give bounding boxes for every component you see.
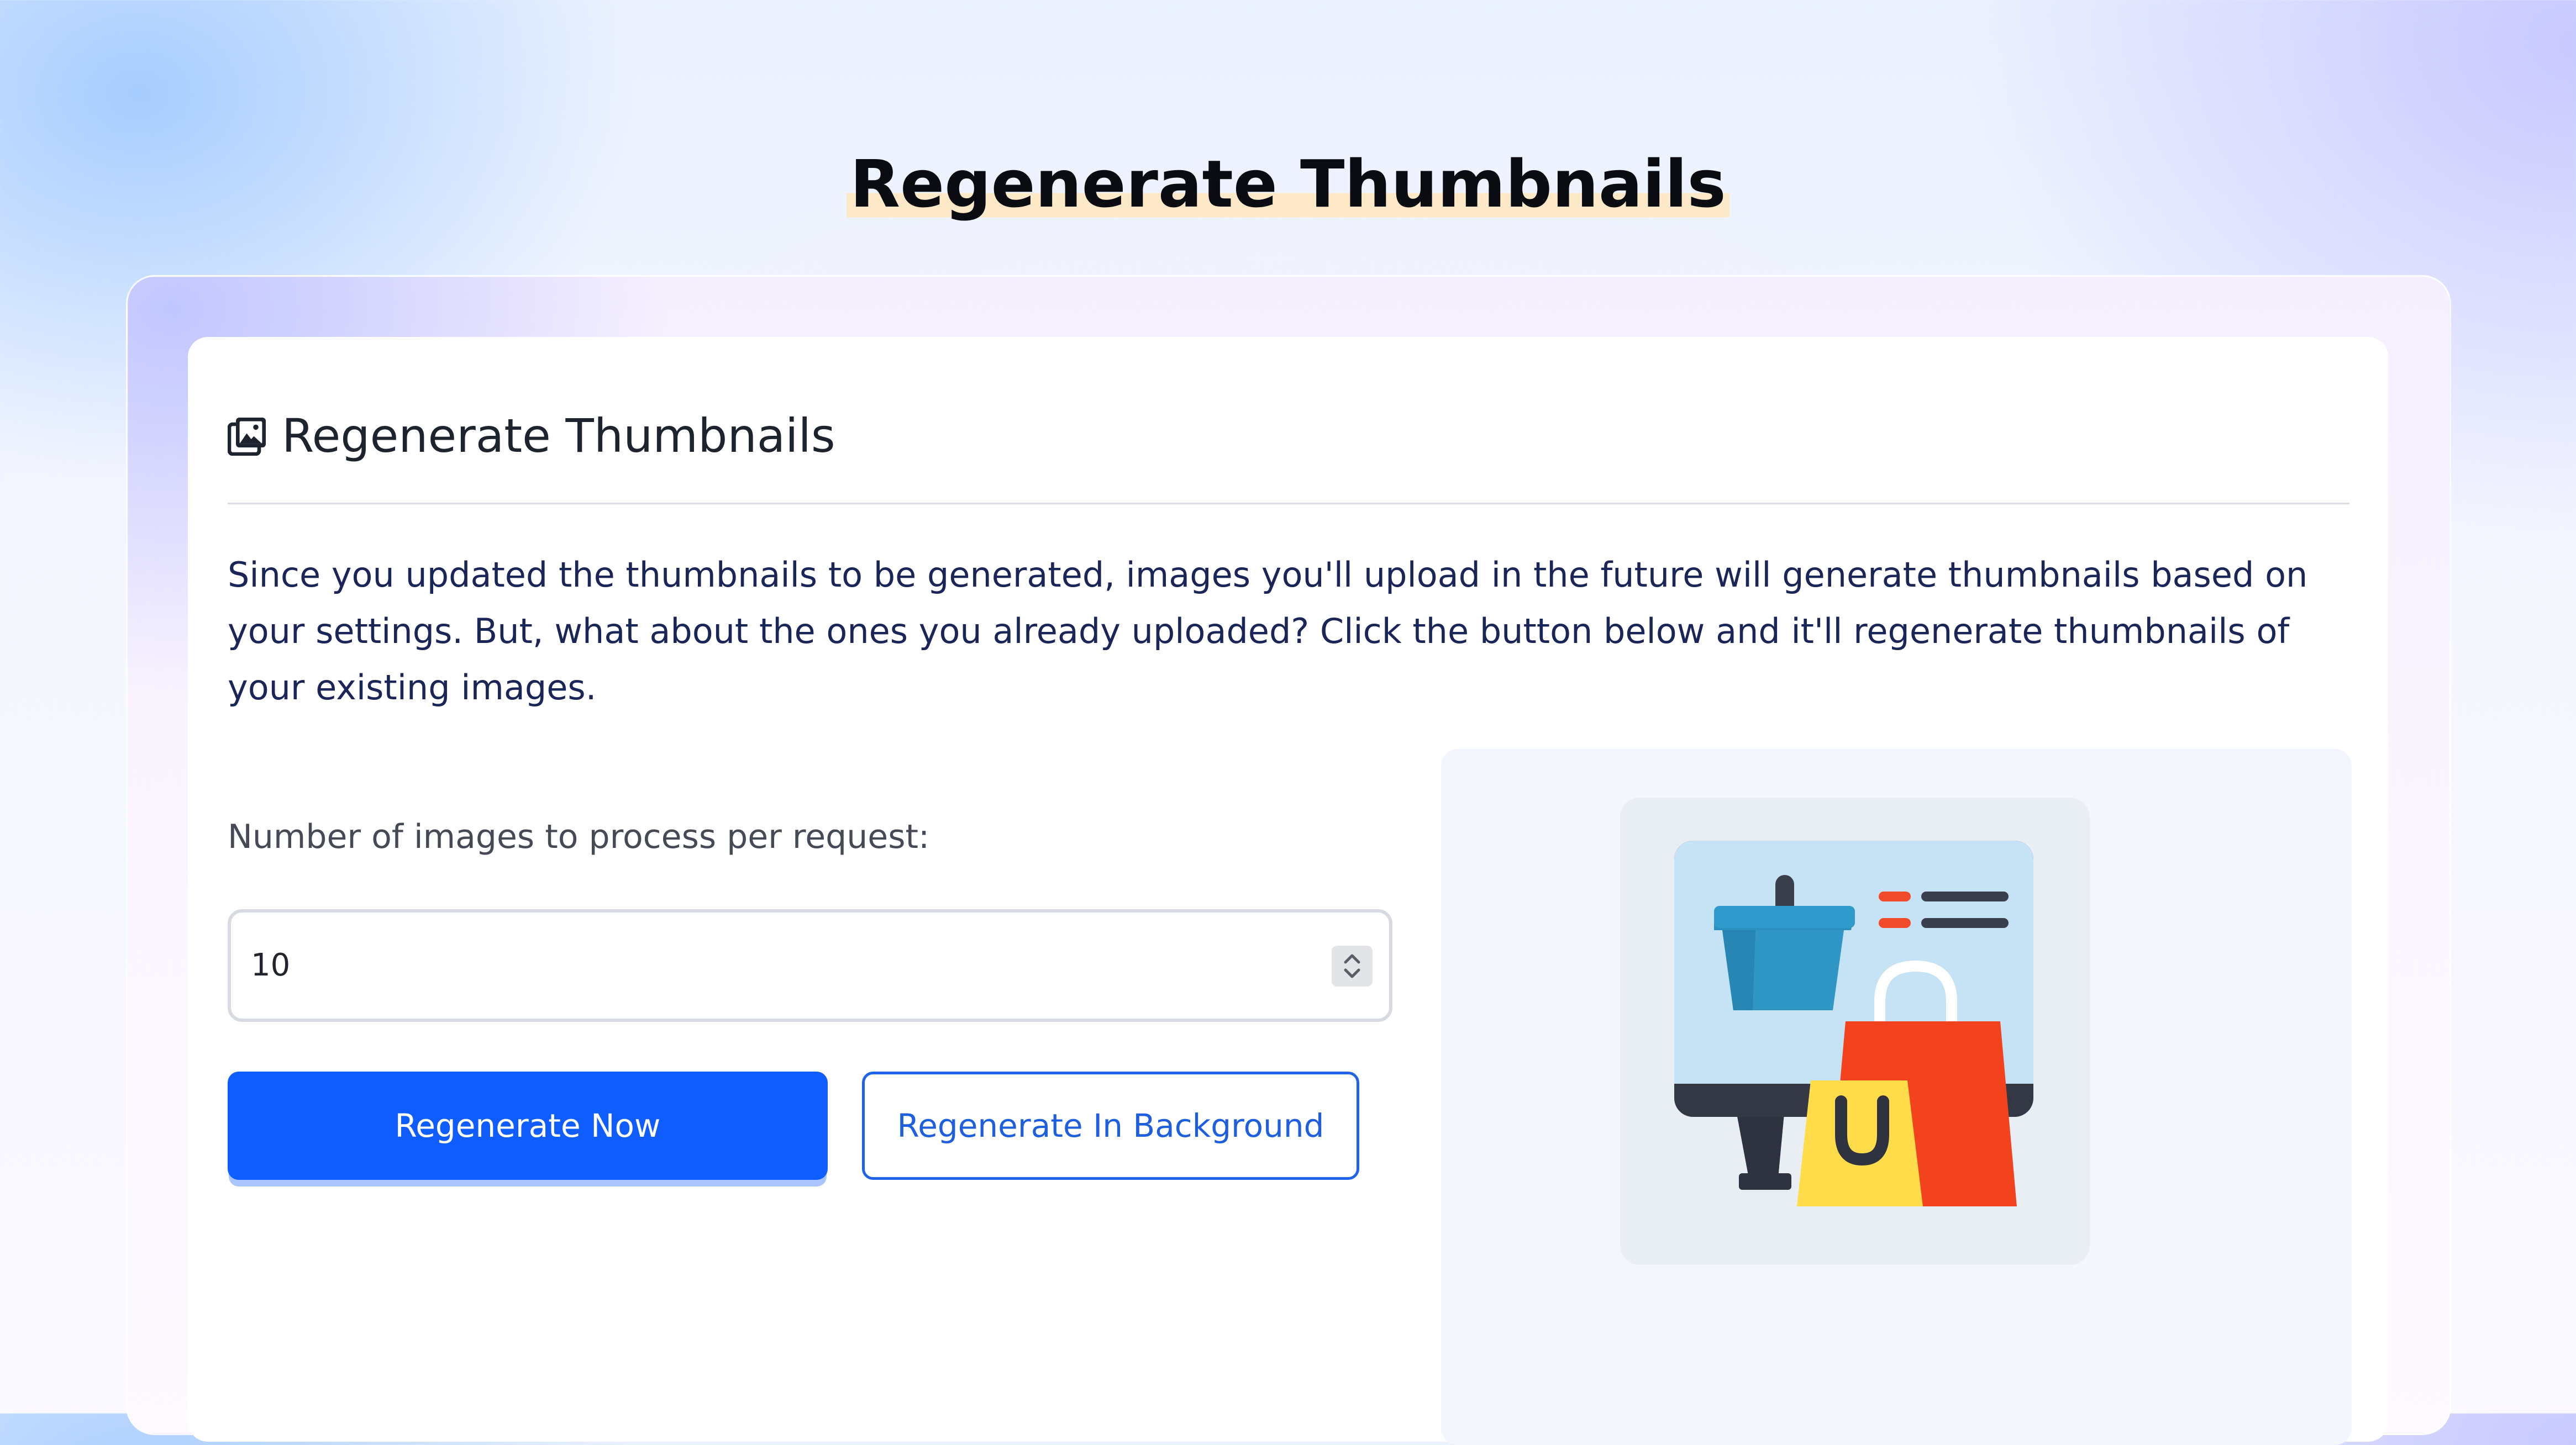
- illustration-tile: [1620, 798, 2090, 1265]
- regenerate-now-button[interactable]: Regenerate Now: [228, 1072, 828, 1180]
- hero-title-text: Regenerate Thumbnails: [847, 146, 1729, 223]
- card-header: Regenerate Thumbnails: [228, 409, 835, 463]
- description-text: Since you updated the thumbnails to be g…: [228, 555, 2308, 708]
- images-per-request-label: Number of images to process per request:: [228, 818, 930, 856]
- images-per-request-value: 10: [251, 947, 291, 983]
- regenerate-in-background-button[interactable]: Regenerate In Background: [862, 1072, 1359, 1180]
- number-stepper[interactable]: [1332, 946, 1373, 987]
- stepper-arrows-icon: [1344, 954, 1360, 978]
- online-shopping-icon: [1674, 841, 2033, 1206]
- divider: [228, 503, 2349, 504]
- images-icon: [228, 418, 266, 456]
- images-per-request-input[interactable]: 10: [228, 909, 1392, 1022]
- illustration-panel: [1441, 749, 2352, 1445]
- regenerate-card: Regenerate Thumbnails Since you updated …: [188, 337, 2388, 1445]
- hero-title: Regenerate Thumbnails: [0, 146, 2576, 223]
- card-title: Regenerate Thumbnails: [282, 409, 835, 463]
